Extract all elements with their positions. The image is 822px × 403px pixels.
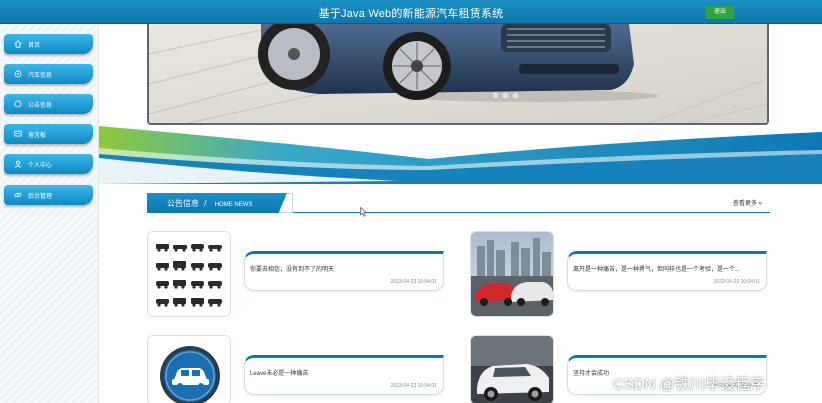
news-card[interactable]: 离开是一种痛苦，是一种勇气，但同样也是一个考验，是一个... 2023-04-2… (470, 231, 770, 321)
news-thumbnail-suv (470, 335, 554, 403)
news-summary-box: 你要去相信，没有到不了的明天 2023-04-23 10:04:01 (244, 251, 444, 291)
news-summary-box: Leave未必是一种痛苦 2023-04-23 10:04:01 (244, 355, 444, 395)
news-thumbnail-car-badge (147, 335, 231, 403)
news-date: 2023-04-23 10:04:01 (390, 279, 437, 285)
carousel-dot[interactable] (492, 92, 499, 99)
carousel-dot[interactable] (502, 92, 509, 99)
sidebar-item-notice[interactable]: 公告信息 (4, 94, 93, 114)
sidebar-item-home[interactable]: 首页 (4, 34, 93, 54)
decorative-wave (99, 126, 822, 184)
banner-carousel[interactable] (147, 24, 769, 125)
news-section-header: 公告信息 / HOME NEWS 查看更多 » (147, 193, 770, 215)
home-icon (13, 39, 22, 48)
view-more-label: 查看更多 (732, 201, 757, 207)
news-date: 2023-04-23 10:04:01 (390, 383, 437, 389)
banner-car-image (149, 24, 767, 123)
message-icon (13, 129, 22, 138)
news-text: 你要去相信，没有到不了的明天 (250, 267, 335, 273)
news-title-cn: 公告信息 (167, 199, 199, 208)
carousel-dots (492, 92, 519, 99)
sidebar-item-message-board[interactable]: 留言板 (4, 124, 93, 144)
news-text: 离开是一种痛苦，是一种勇气，但同样也是一个考验，是一个... (573, 267, 741, 273)
sidebar-item-label: 汽车信息 (28, 73, 53, 79)
news-text: Leave未必是一种痛苦 (250, 371, 309, 377)
sidebar-item-label: 留言板 (28, 133, 47, 139)
car-info-icon (13, 69, 22, 78)
double-chevron-right-icon: » (758, 201, 762, 207)
sidebar-item-label: 首页 (28, 43, 41, 49)
main-content: 公告信息 / HOME NEWS 查看更多 » 你要去相信，没有到不了的明天 2… (99, 24, 822, 403)
news-thumbnail-car-silhouettes (147, 231, 231, 317)
sidebar-item-car-info[interactable]: 汽车信息 (4, 64, 93, 84)
top-header: 基于Java Web的新能源汽车租赁系统 退出 (0, 0, 822, 24)
sidebar-item-label: 后台管理 (28, 194, 53, 200)
news-summary-box: 离开是一种痛苦，是一种勇气，但同样也是一个考验，是一个... 2023-04-2… (567, 251, 767, 291)
link-icon (13, 190, 22, 199)
news-card[interactable]: Leave未必是一种痛苦 2023-04-23 10:04:01 (147, 335, 447, 403)
watermark: CSDN @铁川毕设程序 (613, 376, 765, 393)
sidebar-item-label: 个人中心 (28, 163, 53, 169)
news-date: 2023-04-23 10:04:01 (713, 279, 760, 285)
sidebar-item-admin[interactable]: 后台管理 (4, 185, 93, 205)
sidebar-item-personal-center[interactable]: 个人中心 (4, 154, 93, 174)
carousel-dot[interactable] (512, 92, 519, 99)
view-more-link[interactable]: 查看更多 » (733, 198, 762, 207)
news-title-separator: / (204, 199, 207, 208)
news-thumbnail-city-cars (470, 231, 554, 317)
news-section-title: 公告信息 / HOME NEWS (167, 198, 252, 209)
news-card[interactable]: 你要去相信，没有到不了的明天 2023-04-23 10:04:01 (147, 231, 447, 321)
sidebar: 首页 汽车信息 公告信息 留言板 个人中心 后台管理 (0, 24, 99, 403)
sidebar-item-label: 公告信息 (28, 103, 53, 109)
news-title-en: HOME NEWS (214, 202, 253, 208)
logout-button[interactable]: 退出 (706, 6, 734, 19)
user-icon (13, 159, 22, 168)
page-title: 基于Java Web的新能源汽车租赁系统 (318, 8, 504, 20)
mouse-cursor-icon (360, 207, 368, 217)
notice-icon (13, 99, 22, 108)
